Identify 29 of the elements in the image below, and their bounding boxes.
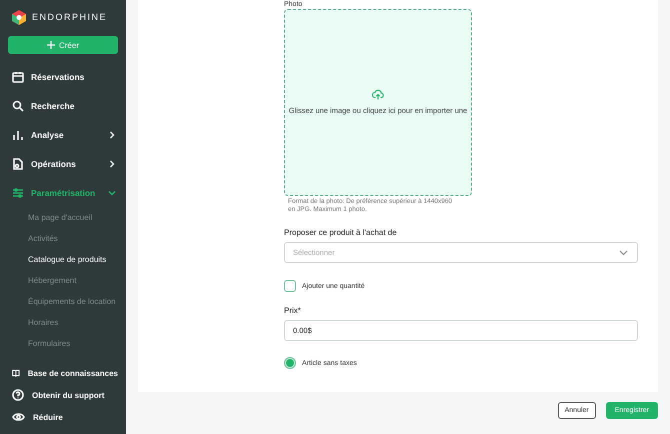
bar-chart-icon [12,128,24,140]
chevron-down-icon [108,188,116,196]
chevron-right-icon [108,130,116,138]
search-icon [12,100,24,112]
book-icon [12,367,20,379]
nav-item[interactable]: Obtenir du support [8,384,118,406]
nav-item[interactable]: Réduire [8,406,118,428]
logo-icon [12,10,26,24]
nav-subitem[interactable]: Catalogue de produits [8,249,118,270]
cloud-upload-icon [372,89,384,100]
nav-item[interactable]: Recherche [8,91,118,120]
nav-item[interactable]: Base de connaissances [8,362,118,384]
checkbox[interactable] [284,280,296,292]
document-icon [12,158,24,170]
nav-item[interactable]: Paramétrisation [8,178,118,207]
chevron-down-icon [619,250,628,256]
eye-icon [12,411,25,423]
brand-name: ENDORPHINE [32,12,108,22]
chevron-right-icon [108,160,116,168]
nav-item[interactable]: Analyse [8,120,118,149]
nav-item[interactable]: Réservations [8,62,118,91]
radio-button[interactable] [284,357,296,369]
help-icon [12,389,24,401]
nav-item[interactable]: Opérations [8,149,118,178]
calendar-icon [12,70,24,82]
field-label: Prix* [284,306,302,315]
plus-icon [46,41,55,49]
field-label: Proposer ce produit à l'achat de [284,228,398,237]
sliders-icon [12,186,24,198]
